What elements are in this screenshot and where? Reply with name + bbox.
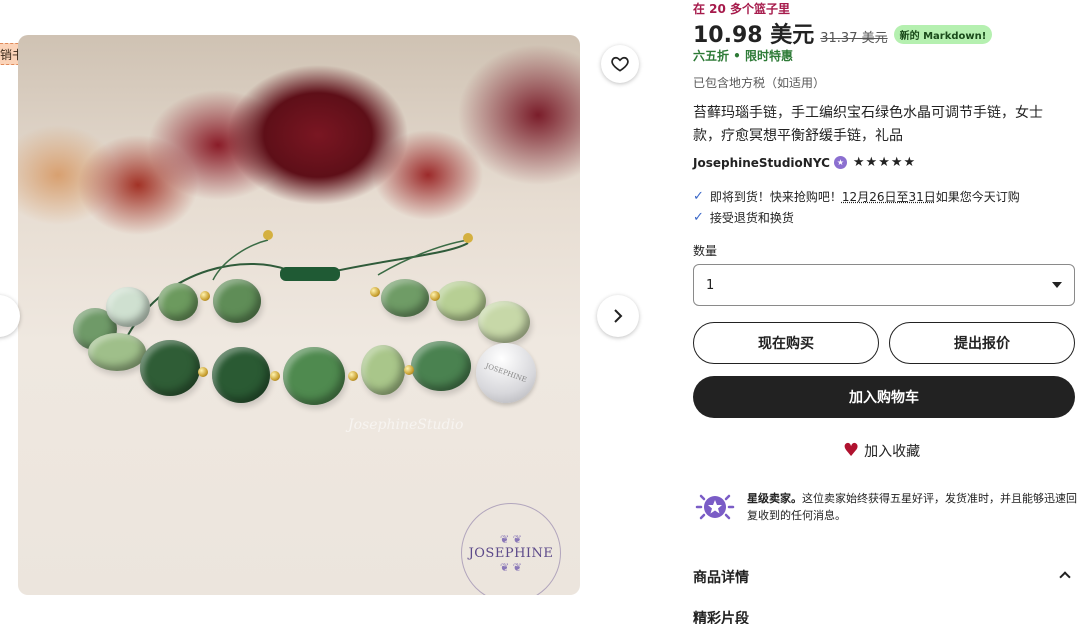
caret-down-icon xyxy=(1052,282,1062,288)
product-image[interactable]: JOSEPHINE JosephineStudio ❦ ❦ JOSEPHINE … xyxy=(18,35,580,595)
leaf-icon: ❦ ❦ xyxy=(500,560,522,574)
star-seller-text: 星级卖家。这位卖家始终获得五星好评，发货准时，并且能够迅速回复收到的任何消息。 xyxy=(747,490,1077,524)
current-price: 10.98 美元 xyxy=(693,23,815,48)
spacer-bead xyxy=(200,291,210,301)
bead xyxy=(106,287,150,327)
quantity-label: 数量 xyxy=(693,244,718,258)
spacer-bead xyxy=(404,365,414,375)
chevron-up-icon xyxy=(1059,571,1071,583)
item-details-heading: 商品详情 xyxy=(693,570,749,586)
rating-stars[interactable]: ★★★★★ xyxy=(853,155,916,170)
arrival-dates[interactable]: 12月26日至31日 xyxy=(842,188,936,205)
heart-filled-icon: ♥ xyxy=(843,440,860,461)
arrival-perk: ✓ 即将到货！快来抢购吧！ 12月26日至31日 如果您今天订购 xyxy=(693,188,1020,205)
quantity-value: 1 xyxy=(706,277,715,293)
image-watermark: JosephineStudio xyxy=(348,417,464,433)
chevron-right-icon xyxy=(614,309,623,323)
leaf-icon: ❦ ❦ xyxy=(500,532,522,546)
bead xyxy=(213,279,261,323)
spacer-bead xyxy=(430,291,440,301)
basket-count: 在 20 多个篮子里 xyxy=(693,2,791,16)
previous-image-button[interactable] xyxy=(0,295,20,337)
item-details-toggle[interactable]: 商品详情 xyxy=(693,567,1075,587)
seller-row: JosephineStudioNYC ★ ★★★★★ xyxy=(693,155,916,170)
star-seller-badge-icon xyxy=(695,494,735,520)
spacer-bead xyxy=(348,371,358,381)
price-row: 10.98 美元 31.37 美元 新的 Markdown! xyxy=(693,17,993,49)
make-offer-button[interactable]: 提出报价 xyxy=(889,322,1075,364)
bead xyxy=(88,333,146,371)
star-seller-icon: ★ xyxy=(833,156,847,169)
arrival-prefix: 即将到货！快来抢购吧！ xyxy=(709,190,842,204)
star-seller-info: 星级卖家。这位卖家始终获得五星好评，发货准时，并且能够迅速回复收到的任何消息。 xyxy=(695,490,1077,524)
add-to-favorites-label: 加入收藏 xyxy=(864,443,921,460)
highlights-heading: 精彩片段 xyxy=(693,611,749,624)
heart-outline-icon xyxy=(611,56,629,72)
checkmark-icon: ✓ xyxy=(693,189,704,204)
favorite-image-button[interactable] xyxy=(601,45,639,83)
original-price: 31.37 美元 xyxy=(820,31,888,46)
buy-now-button[interactable]: 现在购买 xyxy=(693,322,879,364)
bead xyxy=(158,283,198,321)
add-to-cart-button[interactable]: 加入购物车 xyxy=(693,376,1075,418)
bead xyxy=(212,347,270,403)
star-seller-title: 星级卖家。 xyxy=(747,492,802,505)
add-to-favorites-button[interactable]: ♥ 加入收藏 xyxy=(843,440,920,461)
spacer-bead xyxy=(370,287,380,297)
returns-perk: ✓ 接受退货和换货 xyxy=(693,209,794,226)
checkmark-icon: ✓ xyxy=(693,210,704,225)
bead xyxy=(140,340,200,396)
next-image-button[interactable] xyxy=(597,295,639,337)
seller-name[interactable]: JosephineStudioNYC xyxy=(693,156,830,170)
tax-note: 已包含地方税（如适用） xyxy=(693,76,826,90)
spacer-bead xyxy=(198,367,208,377)
brand-logo: ❦ ❦ JOSEPHINE ❦ ❦ xyxy=(461,503,561,595)
bead xyxy=(361,345,405,395)
bead xyxy=(478,301,530,343)
arrival-suffix: 如果您今天订购 xyxy=(935,190,1020,204)
bead xyxy=(283,347,345,405)
bead xyxy=(411,341,471,391)
returns-text: 接受退货和换货 xyxy=(709,211,794,225)
listing-title: 苔藓玛瑙手链，手工编织宝石绿色水晶可调节手链，女士款，疗愈冥想平衡舒缓手链，礼品 xyxy=(693,105,1043,144)
quantity-select[interactable]: 1 xyxy=(693,264,1075,306)
spacer-bead xyxy=(270,371,280,381)
markdown-badge: 新的 Markdown! xyxy=(893,25,993,44)
discount-note: 六五折 • 限时特惠 xyxy=(693,49,794,63)
bead xyxy=(381,279,429,317)
logo-text: JOSEPHINE xyxy=(468,545,554,561)
